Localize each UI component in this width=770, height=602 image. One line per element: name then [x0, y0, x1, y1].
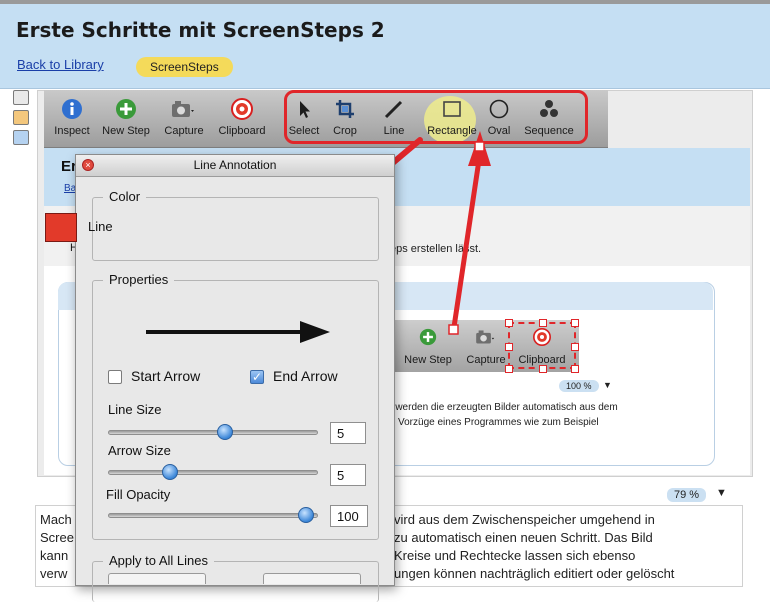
apply-button-left[interactable] [108, 573, 206, 584]
apply-group-label: Apply to All Lines [103, 553, 215, 568]
line-size-slider-knob[interactable] [216, 424, 233, 440]
color-group: Color [92, 189, 379, 261]
dialog-title: Line Annotation [193, 158, 277, 172]
fill-opacity-slider-knob[interactable] [298, 507, 314, 523]
line-color-swatch[interactable] [45, 213, 77, 242]
start-arrow-label: Start Arrow [131, 368, 201, 384]
rectangle-icon [443, 101, 461, 117]
line-size-label: Line Size [108, 402, 162, 417]
arrow-size-track[interactable] [108, 470, 318, 475]
end-arrow-label: End Arrow [273, 368, 338, 384]
tool-label: Rectangle [427, 125, 477, 137]
arrow-size-input[interactable]: 5 [330, 464, 366, 486]
arrow-preview [146, 321, 330, 343]
start-arrow-checkbox[interactable] [108, 370, 122, 384]
tool-rectangle[interactable]: Rectangle [424, 90, 480, 147]
fill-opacity-input[interactable]: 100 [330, 505, 368, 527]
apply-button-right[interactable] [263, 573, 361, 584]
arrow-handle[interactable] [448, 324, 459, 335]
fill-opacity-label: Fill Opacity [106, 487, 171, 502]
end-arrow-checkbox[interactable]: ✓ [250, 370, 264, 384]
color-swatch-label: Line [88, 219, 113, 234]
line-size-input[interactable]: 5 [330, 422, 366, 444]
properties-group-label: Properties [103, 272, 175, 287]
fill-opacity-track[interactable] [108, 513, 318, 518]
close-icon[interactable]: × [82, 159, 94, 171]
color-group-label: Color [103, 189, 147, 204]
dialog-title-bar: × Line Annotation [76, 155, 394, 177]
line-size-track[interactable] [108, 430, 318, 435]
arrow-preview-head [300, 321, 330, 343]
arrow-size-label: Arrow Size [108, 443, 171, 458]
arrow-line-to-toolbar [451, 159, 482, 328]
